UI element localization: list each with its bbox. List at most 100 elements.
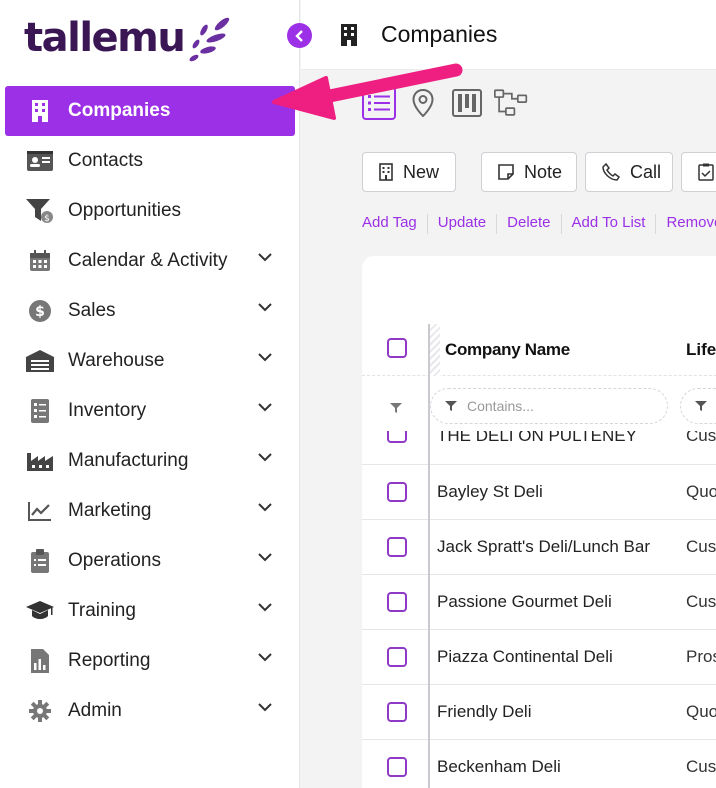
sidebar-item-reporting[interactable]: Reporting	[0, 636, 300, 686]
chevron-down-icon[interactable]	[258, 603, 272, 612]
checklist-icon	[26, 397, 54, 425]
company-name-cell[interactable]: Passione Gourmet Deli	[437, 592, 612, 612]
grid-rows: THE DELI ON PULTENEY Cus Bayley St Deli …	[362, 431, 716, 788]
chevron-down-icon[interactable]	[258, 503, 272, 512]
filter-icon	[445, 401, 457, 411]
phone-icon	[602, 163, 620, 181]
lifecycle-cell: Quo	[686, 482, 716, 501]
chevron-down-icon[interactable]	[258, 553, 272, 562]
chevron-left-icon	[294, 29, 303, 42]
lifecycle-cell: Pros	[686, 647, 716, 666]
clipboard-icon	[26, 547, 54, 575]
sidebar-item-label: Training	[68, 600, 136, 621]
select-all-checkbox[interactable]	[387, 338, 407, 358]
row-checkbox[interactable]	[387, 647, 407, 667]
company-name-cell[interactable]: Bayley St Deli	[437, 482, 543, 502]
sidebar: tallemu Companies Contacts $ Opportuniti…	[0, 0, 300, 788]
sidebar-item-manufacturing[interactable]: Manufacturing	[0, 436, 300, 486]
table-row[interactable]: Piazza Continental Deli Pros	[362, 630, 716, 685]
sidebar-item-training[interactable]: Training	[0, 586, 300, 636]
table-row[interactable]: Bayley St Deli Quo	[362, 465, 716, 520]
table-row[interactable]: THE DELI ON PULTENEY Cus	[362, 431, 716, 465]
clipboard-check-icon	[698, 163, 714, 181]
sidebar-item-contacts[interactable]: Contacts	[0, 136, 300, 186]
table-row[interactable]: Passione Gourmet Deli Cus	[362, 575, 716, 630]
column-header-company-name[interactable]: Company Name	[445, 340, 570, 360]
chevron-down-icon[interactable]	[258, 303, 272, 312]
table-row[interactable]: Beckenham Deli Cus	[362, 740, 716, 788]
column-header-lifecycle[interactable]: Life	[686, 340, 716, 360]
lifecycle-cell: Cus	[686, 592, 716, 611]
row-checkbox[interactable]	[387, 537, 407, 557]
sidebar-nav: Companies Contacts $ Opportunities Calen…	[0, 86, 300, 736]
company-name-cell[interactable]: Piazza Continental Deli	[437, 647, 613, 667]
update-link[interactable]: Update	[438, 214, 486, 234]
logo-wordmark: tallemu	[24, 15, 186, 61]
collapse-sidebar-button[interactable]	[287, 23, 312, 48]
delete-link[interactable]: Delete	[507, 214, 550, 234]
table-row[interactable]: Jack Spratt's Deli/Lunch Bar Cus	[362, 520, 716, 575]
sidebar-item-marketing[interactable]: Marketing	[0, 486, 300, 536]
companies-grid: Company Name Life Contains... THE DELI O…	[362, 256, 716, 788]
sidebar-item-calendar-activity[interactable]: Calendar & Activity	[0, 236, 300, 286]
row-checkbox[interactable]	[387, 592, 407, 612]
sidebar-item-inventory[interactable]: Inventory	[0, 386, 300, 436]
action-toolbar: New Note Call	[362, 152, 716, 192]
bulk-actions: Add Tag Update Delete Add To List Remove	[362, 214, 716, 234]
task-button[interactable]	[681, 152, 716, 192]
company-name-filter-input[interactable]: Contains...	[430, 388, 668, 424]
add-to-list-link[interactable]: Add To List	[572, 214, 646, 234]
id-card-icon	[26, 147, 54, 175]
row-checkbox[interactable]	[387, 431, 407, 443]
tallemu-logo[interactable]: tallemu	[24, 12, 232, 64]
hierarchy-view-button[interactable]	[494, 86, 528, 120]
sidebar-item-label: Opportunities	[68, 200, 182, 221]
sidebar-item-label: Reporting	[68, 650, 151, 671]
sidebar-item-operations[interactable]: Operations	[0, 536, 300, 586]
sidebar-item-warehouse[interactable]: Warehouse	[0, 336, 300, 386]
sidebar-item-label: Inventory	[68, 400, 147, 421]
row-checkbox[interactable]	[387, 702, 407, 722]
lifecycle-filter-input[interactable]	[680, 388, 716, 424]
company-name-cell[interactable]: THE DELI ON PULTENEY	[437, 431, 637, 446]
table-row[interactable]: Friendly Deli Quo	[362, 685, 716, 740]
sidebar-item-companies[interactable]: Companies	[5, 86, 295, 136]
building-icon	[26, 97, 54, 125]
divider	[560, 214, 562, 234]
row-checkbox[interactable]	[387, 757, 407, 777]
graduation-cap-icon	[26, 597, 54, 625]
sidebar-item-label: Contacts	[68, 150, 143, 171]
chevron-down-icon[interactable]	[258, 703, 272, 712]
report-icon	[26, 647, 54, 675]
sidebar-item-sales[interactable]: $ Sales	[0, 286, 300, 336]
dollar-circle-icon: $	[26, 297, 54, 325]
sidebar-item-label: Operations	[68, 550, 161, 571]
new-button[interactable]: New	[362, 152, 456, 192]
chevron-down-icon[interactable]	[258, 403, 272, 412]
sticky-note-icon	[498, 164, 514, 180]
row-checkbox[interactable]	[387, 482, 407, 502]
sidebar-item-label: Marketing	[68, 500, 152, 521]
chevron-down-icon[interactable]	[258, 453, 272, 462]
chevron-down-icon[interactable]	[258, 353, 272, 362]
sidebar-item-admin[interactable]: Admin	[0, 686, 300, 736]
company-name-cell[interactable]: Beckenham Deli	[437, 757, 561, 777]
note-button[interactable]: Note	[481, 152, 577, 192]
chevron-down-icon[interactable]	[258, 253, 272, 262]
sidebar-item-label: Warehouse	[68, 350, 165, 371]
remove-link[interactable]: Remove	[666, 214, 716, 234]
call-button[interactable]: Call	[585, 152, 673, 192]
divider	[426, 214, 428, 234]
funnel-dollar-icon: $	[26, 197, 54, 225]
emu-feather-icon	[189, 17, 230, 62]
company-name-cell[interactable]: Jack Spratt's Deli/Lunch Bar	[437, 537, 650, 557]
filter-icon	[695, 401, 707, 411]
company-name-cell[interactable]: Friendly Deli	[437, 702, 531, 722]
new-button-label: New	[403, 161, 440, 182]
sidebar-item-opportunities[interactable]: $ Opportunities	[0, 186, 300, 236]
chevron-down-icon[interactable]	[258, 653, 272, 662]
lifecycle-cell: Quo	[686, 702, 716, 721]
svg-text:$: $	[44, 214, 50, 224]
add-tag-link[interactable]: Add Tag	[362, 214, 417, 234]
filter-icon	[390, 403, 402, 413]
